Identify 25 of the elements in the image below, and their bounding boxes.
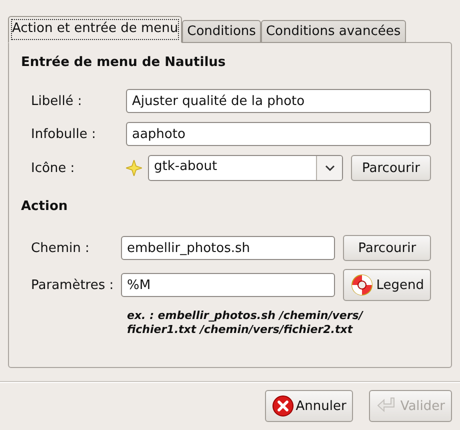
section-heading: Action	[21, 199, 69, 214]
text-field[interactable]: aaphoto	[126, 122, 431, 146]
text-field[interactable]: Ajuster qualité de la photo	[126, 89, 431, 113]
icon-combo-box[interactable]: gtk-about	[148, 155, 343, 181]
cancel-button[interactable]: Annuler	[264, 390, 354, 422]
field-label: Chemin :	[31, 240, 90, 256]
dropdown-button[interactable]	[316, 156, 342, 180]
tab[interactable]: Conditions avancées	[260, 20, 406, 43]
field-label: Libellé :	[31, 94, 83, 108]
caret-icon	[324, 165, 334, 171]
browse-button[interactable]: Parcourir	[351, 155, 431, 181]
cancel-icon	[272, 395, 294, 417]
text-field[interactable]: %M	[121, 273, 336, 297]
star-icon	[126, 160, 142, 176]
tab[interactable]: Conditions	[182, 20, 261, 43]
field-label: Icône :	[31, 160, 76, 176]
legend-button[interactable]: Legend	[343, 269, 431, 301]
tab[interactable]: Action et entrée de menu	[8, 16, 182, 43]
browse-button[interactable]: Parcourir	[343, 235, 431, 261]
lifebuoy-icon	[350, 273, 374, 297]
section-heading: Entrée de menu de Nautilus	[21, 55, 227, 70]
text-field[interactable]: embellir_photos.sh	[121, 236, 336, 260]
example-hint: ex. : embellir_photos.sh /chemin/vers/ fichier1.txt /chemin/vers/fichier2.txt	[127, 309, 364, 337]
field-label: Infobulle :	[31, 126, 97, 142]
field-label: Paramètres :	[31, 278, 113, 292]
